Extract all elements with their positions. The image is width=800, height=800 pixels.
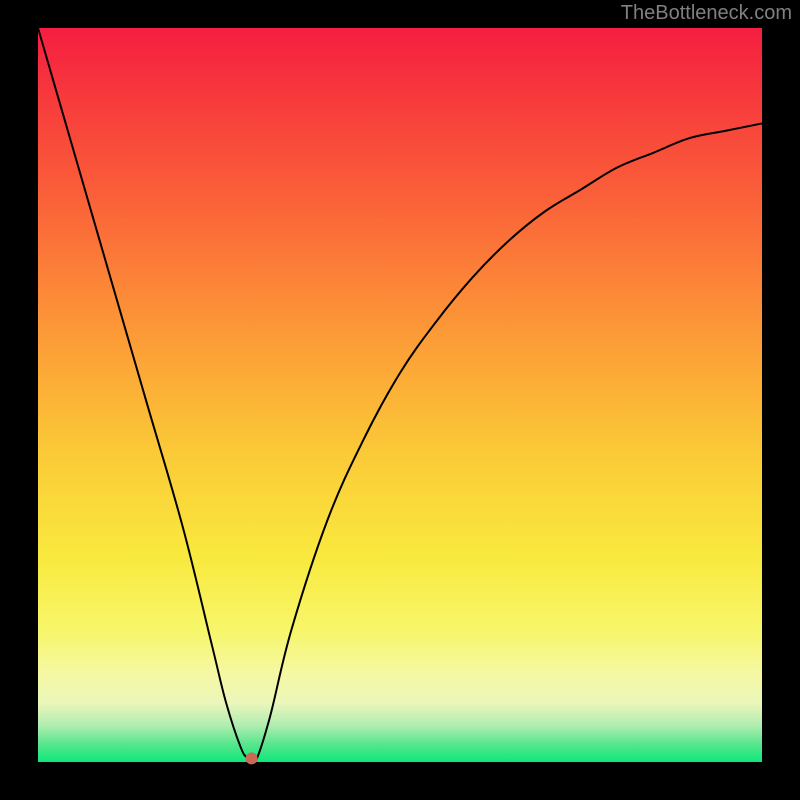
chart-frame: TheBottleneck.com	[0, 0, 800, 800]
bottleneck-curve	[38, 28, 762, 765]
watermark-label: TheBottleneck.com	[621, 2, 792, 25]
plot-area	[38, 28, 762, 762]
curve-layer	[38, 28, 762, 762]
minimum-marker	[246, 752, 258, 764]
